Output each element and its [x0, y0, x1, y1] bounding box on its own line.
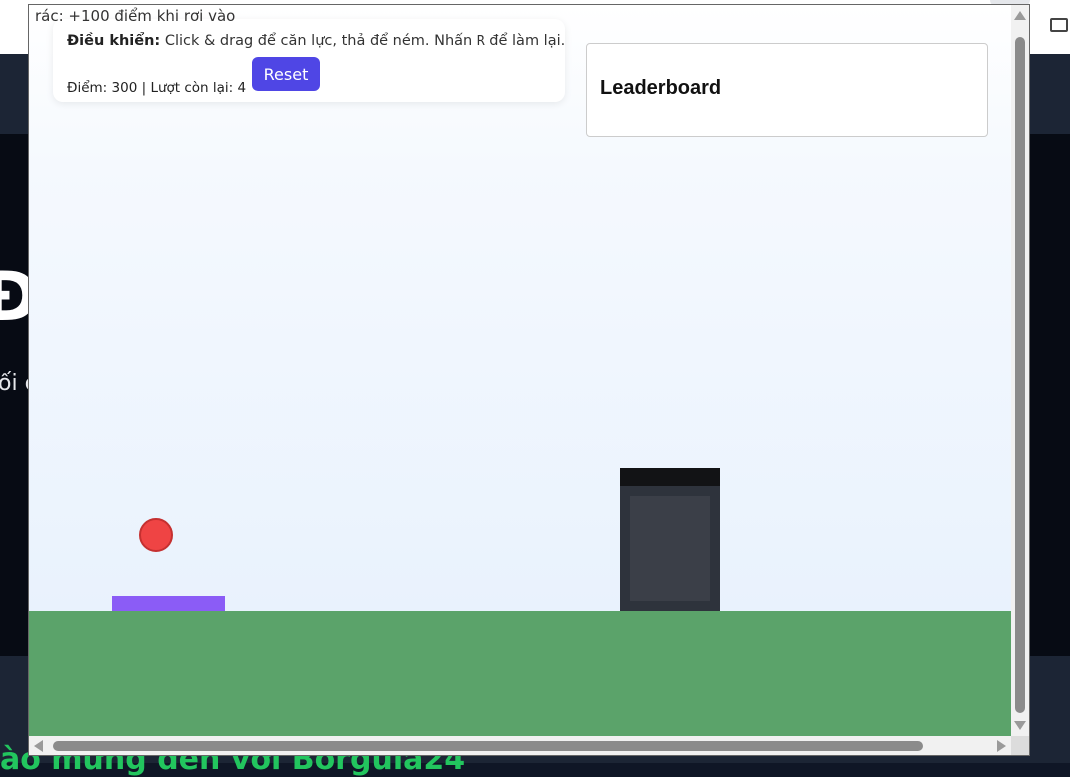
scroll-right-icon[interactable] [997, 740, 1006, 752]
vertical-scrollbar[interactable] [1011, 5, 1029, 736]
ball[interactable] [139, 518, 173, 552]
scroll-left-icon[interactable] [34, 740, 43, 752]
trash-bin-opening [630, 496, 710, 601]
popup-title-text: rác: +100 điểm khi rơi vào [35, 7, 236, 23]
instructions-text: Click & drag để căn lực, thả để ném. Nhấ… [164, 33, 473, 49]
scrollbar-corner [1011, 736, 1029, 755]
reset-button[interactable]: Reset [252, 57, 320, 91]
score-label: Điểm: [67, 80, 108, 96]
leaderboard-title: Leaderboard [600, 77, 722, 99]
trash-bin [620, 468, 720, 611]
controls-instructions: Điều khiển: Click & drag để căn lực, thả… [67, 33, 565, 49]
game-popup-window: Điều khiển: Click & drag để căn lực, thả… [28, 4, 1030, 756]
controls-label: Điều khiển: [67, 33, 161, 49]
vertical-scroll-thumb[interactable] [1015, 37, 1025, 713]
reset-key: R [476, 34, 485, 49]
status-separator: | [141, 80, 147, 96]
instructions-text-end: để làm lại. [489, 33, 566, 49]
ground [29, 611, 1011, 736]
status-line: Điểm: 300 | Lượt còn lại: 4 [67, 80, 246, 96]
game-canvas[interactable]: Điều khiển: Click & drag để căn lực, thả… [29, 5, 1011, 736]
horizontal-scrollbar[interactable] [29, 736, 1011, 755]
score-value: 300 [111, 80, 138, 96]
trash-bin-lid [620, 468, 720, 486]
scroll-up-icon[interactable] [1014, 11, 1026, 20]
turns-label: Lượt còn lại: [150, 80, 234, 96]
folder-icon[interactable] [1050, 18, 1068, 32]
horizontal-scroll-thumb[interactable] [53, 741, 923, 751]
leaderboard-panel: Leaderboard [586, 43, 988, 137]
scroll-down-icon[interactable] [1014, 721, 1026, 730]
controls-panel: Điều khiển: Click & drag để căn lực, thả… [53, 19, 565, 102]
launch-platform [112, 596, 225, 611]
turns-value: 4 [237, 80, 247, 96]
